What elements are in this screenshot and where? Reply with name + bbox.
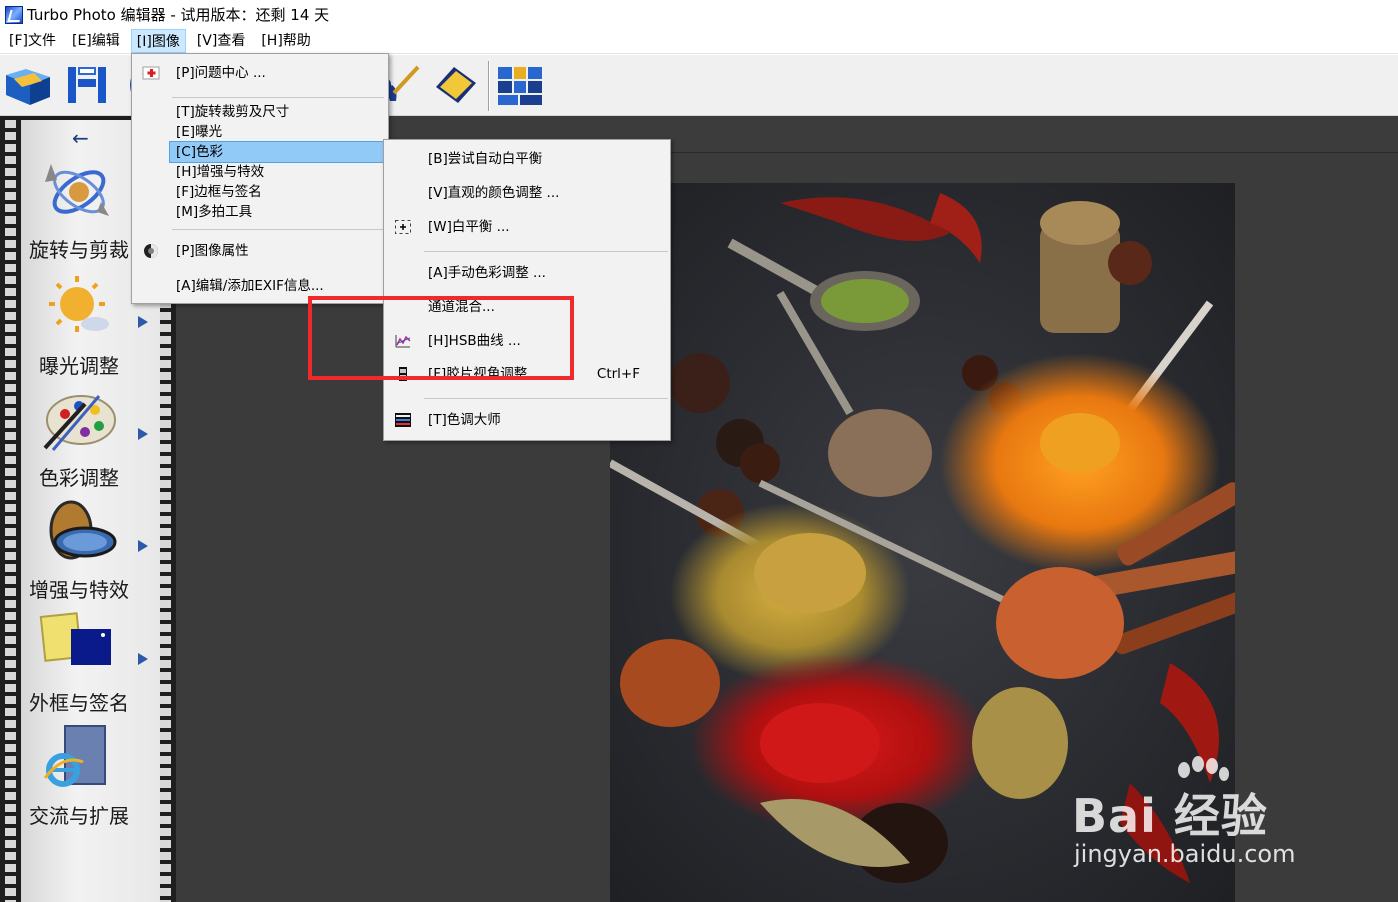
category-label: 色彩调整 — [39, 466, 119, 490]
menu-item-tone-master[interactable]: [T]色调大师 — [384, 410, 670, 430]
expand-arrow-icon[interactable] — [138, 316, 148, 328]
watermark-brand: Bai 经验 — [1072, 789, 1268, 843]
frame-icon — [39, 612, 111, 665]
menu-item-label: [C]色彩 — [176, 144, 223, 160]
category-enhance[interactable]: 增强与特效 — [21, 496, 160, 606]
menu-item-label: [P]问题中心 ... — [176, 65, 266, 81]
grid-layout-icon — [498, 67, 542, 105]
menu-item-label: [F]边框与签名 — [176, 184, 262, 200]
menu-edit[interactable]: [E]编辑 — [67, 29, 125, 53]
layout-button[interactable] — [496, 61, 544, 109]
menu-item-problem-center[interactable]: [P]问题中心 ... — [132, 63, 388, 83]
eraser-icon — [436, 67, 476, 103]
menu-item-label: [V]直观的颜色调整 ... — [428, 185, 560, 201]
menu-help[interactable]: [H]帮助 — [256, 29, 315, 53]
title-bar: Turbo Photo 编辑器 - 试用版本：还剩 14 天 — [0, 0, 1398, 29]
highlight-annotation-box — [308, 296, 574, 380]
sun-exposure-icon — [49, 276, 109, 332]
menu-bar: [F]文件 [E]编辑 [I]图像 [V]查看 [H]帮助 — [0, 29, 1398, 54]
menu-item-manual-color[interactable]: [A]手动色彩调整 ... — [384, 263, 670, 283]
open-folder-icon — [6, 69, 50, 105]
category-exchange[interactable]: 交流与扩展 — [21, 722, 160, 832]
expand-arrow-icon[interactable] — [138, 428, 148, 440]
image-properties-icon — [144, 244, 158, 258]
shortcut-label: Ctrl+F — [596, 366, 640, 382]
menu-item-label: [T]色调大师 — [428, 412, 501, 428]
left-arrow-icon[interactable]: ← — [72, 126, 89, 150]
menu-item-intuitive-color[interactable]: [V]直观的颜色调整 ... — [384, 183, 670, 203]
menu-item-rotate-crop-size[interactable]: [T]旋转裁剪及尺寸 — [132, 102, 388, 122]
menu-separator — [424, 251, 668, 252]
menu-file[interactable]: [F]文件 — [4, 29, 61, 53]
watermark-url: jingyan.baidu.com — [1074, 840, 1296, 868]
menu-item-auto-white-balance[interactable]: [B]尝试自动白平衡 — [384, 149, 670, 169]
save-disk-icon — [68, 67, 106, 103]
menu-item-label: [P]图像属性 — [176, 243, 249, 259]
menu-item-white-balance[interactable]: [W]白平衡 ... — [384, 217, 670, 237]
tone-master-icon — [395, 413, 411, 427]
category-label: 外框与签名 — [29, 691, 129, 715]
paint-brush-icon — [385, 65, 420, 101]
app-logo-icon — [5, 5, 23, 24]
turbo-photo-window: Turbo Photo 编辑器 - 试用版本：还剩 14 天 [F]文件 [E]… — [0, 0, 1398, 902]
eraser-button[interactable] — [432, 61, 480, 109]
menu-item-color[interactable]: [C]色彩 — [169, 141, 387, 163]
category-color[interactable]: 色彩调整 — [21, 384, 160, 494]
category-label: 增强与特效 — [29, 578, 129, 602]
menu-item-label: [A]手动色彩调整 ... — [428, 265, 546, 281]
target-crosshair-icon — [395, 220, 411, 234]
category-label: 交流与扩展 — [29, 804, 129, 828]
internet-explorer-icon — [43, 725, 106, 787]
category-frame-signature[interactable]: 外框与签名 — [21, 609, 160, 719]
open-file-button[interactable] — [4, 61, 52, 109]
category-label: 曝光调整 — [39, 354, 119, 378]
menu-item-label: [B]尝试自动白平衡 — [428, 151, 543, 167]
category-label: 旋转与剪裁 — [29, 238, 129, 262]
palette-icon — [43, 395, 116, 451]
toolbar-separator — [488, 61, 490, 111]
film-strip-left — [5, 116, 16, 902]
first-aid-icon — [142, 66, 160, 80]
rotate-crop-icon — [45, 164, 109, 216]
menu-item-multi-shot-tools[interactable]: [M]多拍工具 — [132, 202, 388, 222]
menu-item-label: [E]曝光 — [176, 124, 223, 140]
menu-separator — [172, 229, 384, 230]
image-menu-dropdown: [P]问题中心 ... [T]旋转裁剪及尺寸 [E]曝光 [C]色彩 [H]增强… — [131, 53, 389, 304]
menu-item-label: [M]多拍工具 — [176, 204, 253, 220]
save-button[interactable] — [64, 61, 112, 109]
menu-separator — [172, 97, 384, 98]
window-title: Turbo Photo 编辑器 - 试用版本：还剩 14 天 — [27, 6, 330, 24]
brush-tool-button[interactable] — [382, 61, 430, 109]
menu-item-edit-exif[interactable]: [A]编辑/添加EXIF信息... — [132, 276, 388, 296]
menu-item-label: [T]旋转裁剪及尺寸 — [176, 104, 290, 120]
menu-item-image-properties[interactable]: [P]图像属性 — [132, 241, 388, 261]
menu-view[interactable]: [V]查看 — [192, 29, 251, 53]
baidu-jingyan-watermark: Bai 经验 jingyan.baidu.com — [1072, 752, 1342, 872]
color-submenu: [B]尝试自动白平衡 [V]直观的颜色调整 ... [W]白平衡 ... [A]… — [383, 139, 671, 441]
expand-arrow-icon[interactable] — [138, 540, 148, 552]
menu-separator — [424, 398, 668, 399]
lens-filter-icon — [49, 500, 117, 560]
menu-image[interactable]: [I]图像 — [130, 29, 186, 53]
expand-arrow-icon[interactable] — [138, 653, 148, 665]
menu-item-exposure[interactable]: [E]曝光 — [132, 122, 388, 142]
menu-item-enhance-effects[interactable]: [H]增强与特效 — [132, 162, 388, 182]
menu-item-label: [W]白平衡 ... — [428, 219, 510, 235]
menu-item-label: [A]编辑/添加EXIF信息... — [176, 278, 324, 294]
menu-item-frame-signature[interactable]: [F]边框与签名 — [132, 182, 388, 202]
menu-item-label: [H]增强与特效 — [176, 164, 265, 180]
